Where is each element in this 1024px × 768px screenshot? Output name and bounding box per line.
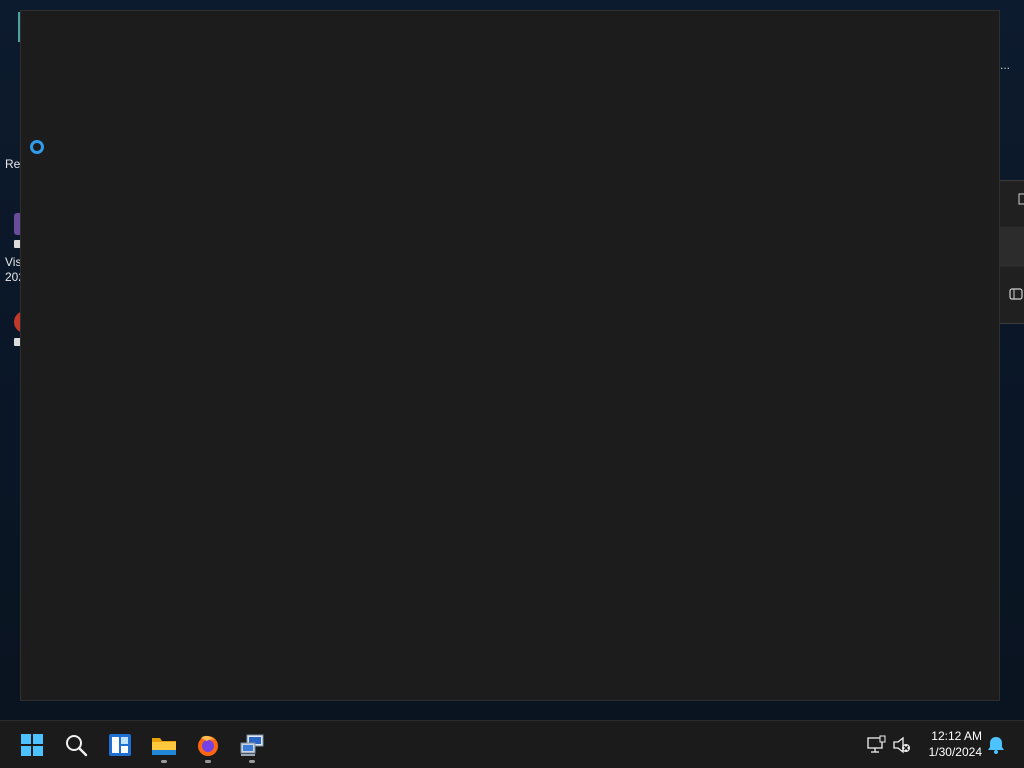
firefox-icon [198, 735, 218, 756]
background-window-selected-row[interactable] [1000, 227, 1024, 267]
running-indicator [249, 760, 255, 763]
window-icon [1018, 193, 1024, 205]
background-window-row[interactable] [1000, 189, 1024, 209]
volume-muted-icon [893, 736, 910, 754]
search-icon [66, 735, 88, 757]
sidebar-icon [1009, 288, 1023, 300]
network-icon [867, 735, 886, 753]
network-computer-icon [240, 734, 264, 756]
main-window[interactable] [20, 10, 1000, 701]
background-window-more-button[interactable]: ... [1000, 58, 1010, 72]
folder-icon [152, 738, 176, 755]
network-status-button[interactable] [866, 735, 886, 755]
clock-time: 12:12 AM [931, 729, 982, 743]
desktop-icon-label: Re [5, 157, 21, 171]
running-indicator [205, 760, 211, 763]
volume-button[interactable] [892, 735, 912, 755]
firefox-button[interactable] [188, 725, 228, 765]
file-explorer-button[interactable] [144, 725, 184, 765]
start-button[interactable] [12, 725, 52, 765]
clock-button[interactable]: 12:12 AM 1/30/2024 [912, 728, 982, 760]
widgets-button[interactable] [100, 725, 140, 765]
network-app-button[interactable] [232, 725, 272, 765]
loading-spinner-icon [30, 140, 44, 154]
windows-logo-icon [21, 734, 43, 756]
background-window-row[interactable] [1000, 285, 1024, 305]
widgets-icon [109, 734, 131, 756]
taskbar: 12:12 AM 1/30/2024 [0, 720, 1024, 768]
bell-icon [988, 737, 1004, 754]
search-button[interactable] [56, 725, 96, 765]
notifications-button[interactable] [986, 735, 1006, 755]
running-indicator [161, 760, 167, 763]
background-window-panel [1000, 180, 1024, 324]
clock-date: 1/30/2024 [928, 745, 982, 759]
